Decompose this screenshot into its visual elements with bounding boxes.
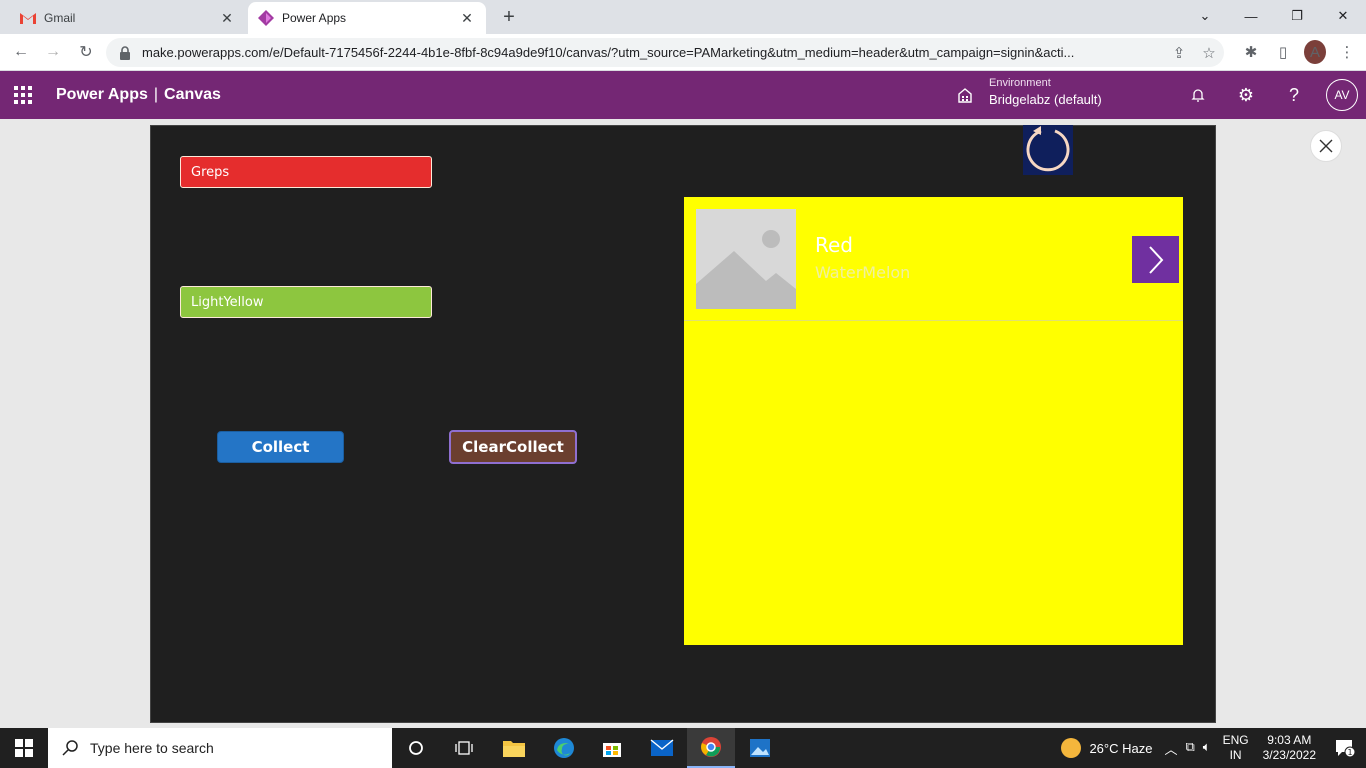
page-title: Power Apps | Canvas [56,86,221,104]
notification-center-icon[interactable]: 1 [1330,738,1360,758]
side-panel-icon[interactable]: ▯ [1272,40,1294,64]
tab-gmail[interactable]: Gmail ✕ [10,2,246,34]
back-icon[interactable]: ← [9,40,33,64]
profile-button[interactable]: A [1304,40,1326,64]
gmail-icon [20,10,36,26]
language-indicator[interactable]: ENG IN [1223,733,1249,763]
bookmark-star-icon[interactable]: ☆ [1194,44,1224,62]
taskbar-search[interactable]: Type here to search [48,728,392,768]
chevron-down-icon[interactable]: ⌄ [1182,0,1228,32]
tray-icons: ︿ ⧉ 🔈︎ [1164,739,1210,758]
lock-icon [120,45,130,60]
system-tray: 26°C Haze ︿ ⧉ 🔈︎ ENG IN 9:03 AM 3/23/202… [1061,728,1366,768]
powerapps-icon [258,10,274,26]
forward-icon[interactable]: → [41,40,65,64]
chevron-up-icon[interactable]: ︿ [1164,739,1177,758]
window-controls: ⌄ — ❐ ✕ [1182,0,1366,32]
close-icon[interactable]: ✕ [218,10,236,27]
color-text-input[interactable]: LightYellow [180,286,432,318]
title-separator: | [153,86,159,103]
environment-label: Environment [989,77,1051,89]
new-tab-button[interactable]: + [498,6,520,28]
share-icon[interactable]: ⇪ [1164,44,1194,62]
gallery-item-title: Red [815,233,853,257]
avatar: A [1304,40,1326,64]
tab-title: Gmail [44,11,76,25]
weather-widget[interactable]: 26°C Haze [1061,738,1152,758]
collect-button[interactable]: Collect [217,431,344,463]
help-icon[interactable]: ? [1282,83,1306,107]
extensions-puzzle-icon[interactable]: ✱ [1240,40,1262,64]
power-apps-header: Power Apps | Canvas Environment Bridgelabz… [0,71,1366,119]
gallery: Red WaterMelon [684,197,1183,645]
close-window-icon[interactable]: ✕ [1320,0,1366,32]
fruit-text-input[interactable]: Greps [180,156,432,188]
gallery-item-subtitle: WaterMelon [815,263,911,282]
file-explorer-icon[interactable] [490,728,538,768]
browser-toolbar: ← → ↻ make.powerapps.com/e/Default-71754… [0,34,1366,71]
search-icon [62,740,78,756]
chevron-right-icon[interactable] [1132,236,1179,283]
extension-icons: ✱ ▯ A ⋮ [1240,40,1358,64]
gallery-item[interactable]: Red WaterMelon [684,197,1183,321]
minimize-icon[interactable]: — [1228,0,1274,32]
section-name: Canvas [164,86,221,103]
url-text: make.powerapps.com/e/Default-7175456f-22… [142,45,1075,60]
chrome-icon[interactable] [687,728,735,768]
cortana-icon[interactable] [392,728,440,768]
volume-icon[interactable]: 🔈︎ [1203,739,1211,758]
network-icon[interactable]: ⧉ [1185,739,1194,758]
product-name: Power Apps [56,86,148,103]
gear-icon[interactable]: ⚙ [1234,83,1258,107]
avatar[interactable]: AV [1326,79,1358,111]
tab-power-apps[interactable]: Power Apps ✕ [248,2,486,34]
tab-title: Power Apps [282,11,347,25]
edge-icon[interactable] [540,728,588,768]
restore-icon[interactable]: ❐ [1274,0,1320,32]
mail-icon[interactable] [638,728,686,768]
close-icon[interactable]: ✕ [458,10,476,27]
clock[interactable]: 9:03 AM 3/23/2022 [1263,733,1316,763]
photos-icon[interactable] [736,728,784,768]
reload-icon[interactable]: ↻ [74,40,98,64]
windows-start-icon[interactable] [0,728,48,768]
environment-icon[interactable] [956,86,974,104]
app-launcher-icon[interactable] [14,86,32,104]
windows-taskbar: Type here to search 26°C Haze ︿ ⧉ 🔈︎ ENG [0,728,1366,768]
weather-text: 26°C Haze [1089,740,1153,756]
image-placeholder-icon [696,209,796,309]
bell-icon[interactable] [1186,83,1210,107]
browser-tab-strip: Gmail ✕ Power Apps ✕ + ⌄ — ❐ ✕ [0,0,1366,34]
address-bar[interactable]: make.powerapps.com/e/Default-7175456f-22… [106,38,1224,67]
environment-name[interactable]: Bridgelabz (default) [989,92,1102,107]
refresh-icon[interactable] [1023,125,1073,175]
weather-haze-icon [1061,738,1082,758]
microsoft-store-icon[interactable] [588,728,636,768]
close-preview-button[interactable] [1310,130,1342,162]
clock-time: 9:03 AM [1267,733,1312,747]
language-code: ENG [1222,733,1249,747]
more-menu-icon[interactable]: ⋮ [1336,40,1358,64]
close-icon [1319,139,1333,153]
search-placeholder: Type here to search [90,740,214,756]
region-code: IN [1229,748,1242,762]
notification-count: 1 [1347,748,1352,757]
task-view-icon[interactable] [440,728,488,768]
clock-date: 3/23/2022 [1262,748,1316,762]
clearcollect-button[interactable]: ClearCollect [449,430,577,464]
